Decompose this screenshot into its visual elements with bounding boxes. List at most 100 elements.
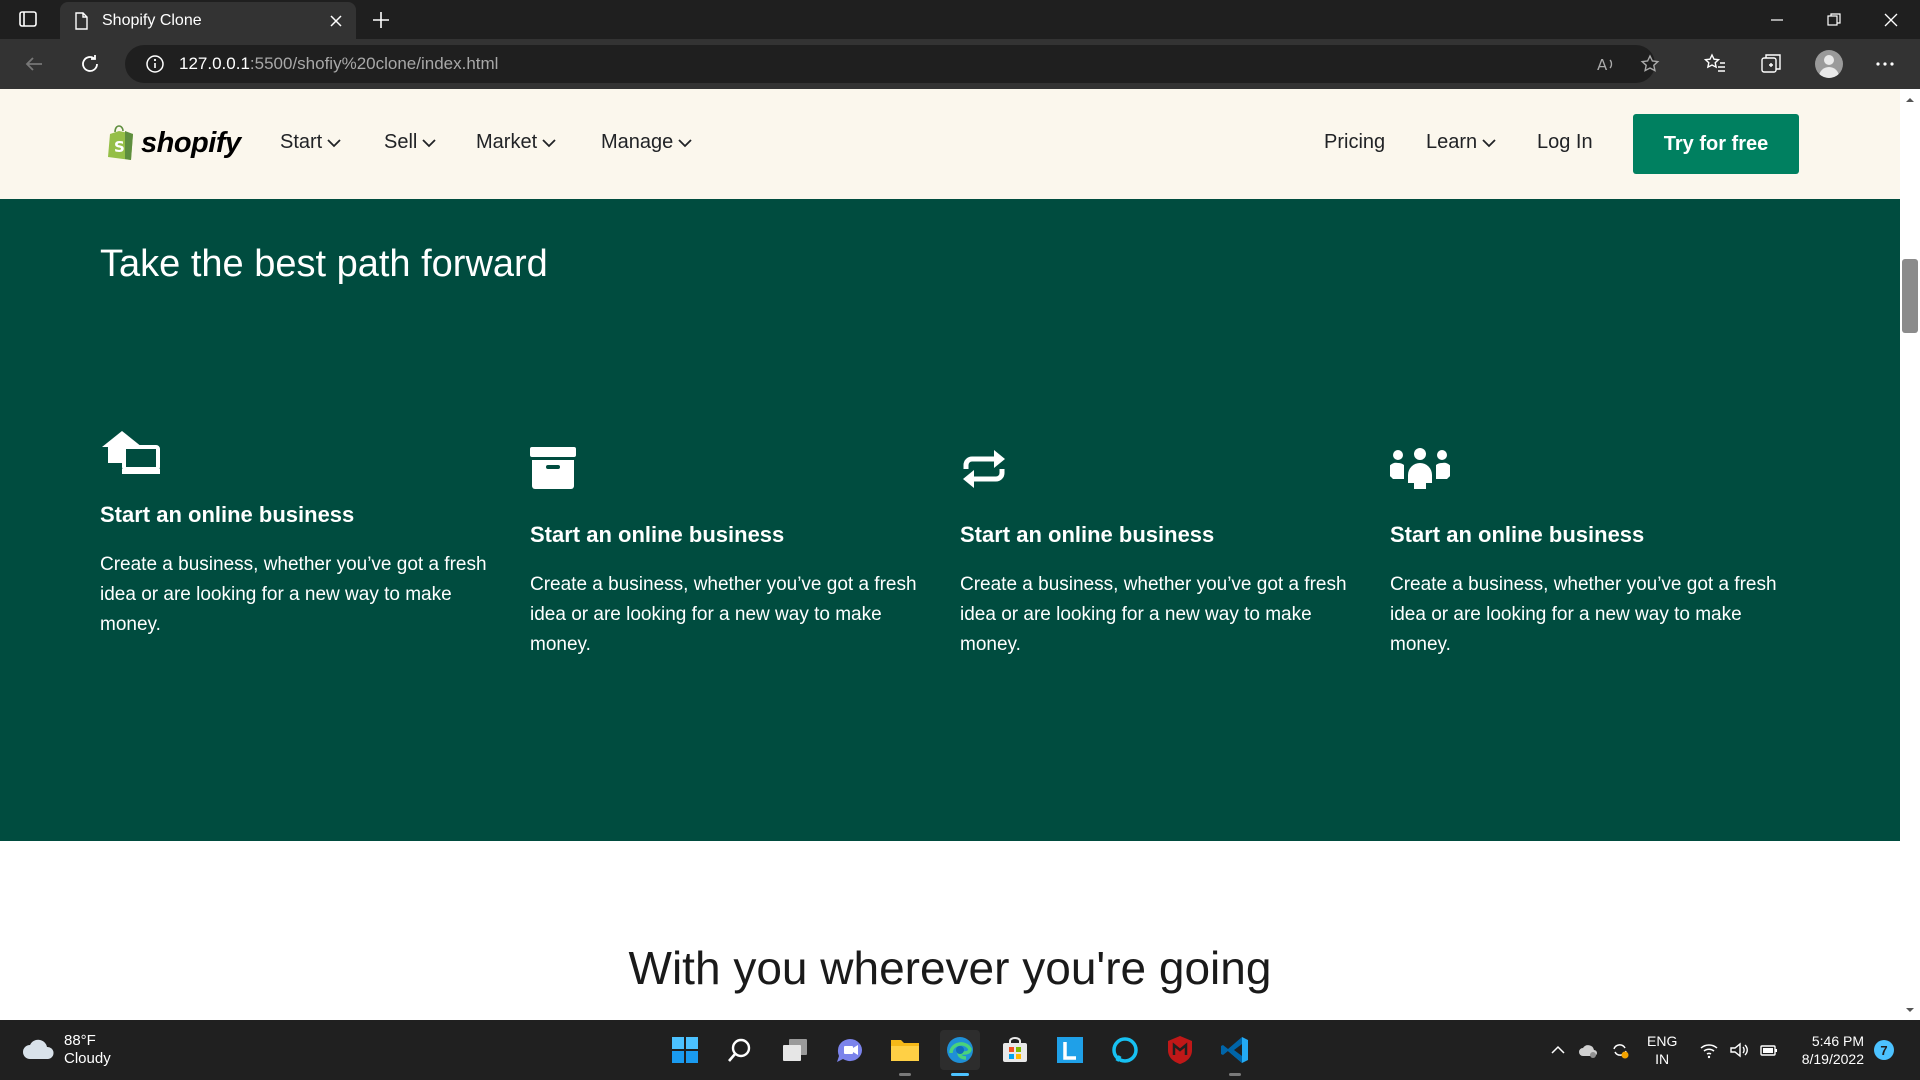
nav-pricing-label: Pricing [1324, 131, 1386, 153]
scroll-thumb[interactable] [1902, 259, 1918, 333]
nav-start[interactable]: Start [280, 131, 341, 154]
nav-login[interactable]: Log In [1537, 131, 1593, 154]
scroll-down-icon[interactable] [1903, 1003, 1917, 1017]
archive-box-icon [530, 447, 576, 489]
nav-login-label: Log In [1537, 131, 1593, 153]
read-aloud-icon[interactable]: A [1596, 54, 1616, 74]
language-indicator[interactable]: ENG IN [1647, 1032, 1677, 1068]
nav-sell-label: Sell [384, 131, 418, 153]
feature-card: Start an online business Create a busine… [1387, 445, 1800, 660]
nav-market[interactable]: Market [476, 131, 556, 154]
url-host: 127.0.0.1 [179, 54, 250, 73]
hero-title: Take the best path forward [100, 243, 548, 285]
nav-pricing[interactable]: Pricing [1324, 131, 1385, 154]
folder-icon [891, 1040, 919, 1061]
page-icon [75, 11, 88, 30]
edge-browser-icon [947, 1037, 973, 1063]
nav-manage[interactable]: Manage [601, 131, 692, 154]
store-house-icon [102, 431, 160, 474]
nav-learn-label: Learn [1426, 131, 1478, 153]
app-running-indicator [899, 1073, 911, 1076]
sync-update-icon[interactable] [1610, 1040, 1630, 1060]
feature-description: Create a business, whether you’ve got a … [530, 574, 917, 655]
taskbar: 88°F Cloudy ENG IN 5:46 PM 8/19/2022 7 [0, 1020, 1920, 1080]
volume-icon[interactable] [1729, 1040, 1749, 1060]
windows-logo-icon [672, 1037, 698, 1063]
language-region: IN [1655, 1051, 1670, 1067]
nav-manage-label: Manage [601, 131, 674, 153]
start-button[interactable] [665, 1030, 705, 1070]
store-app[interactable] [995, 1030, 1035, 1070]
edge-app[interactable] [940, 1030, 980, 1076]
feature-card: Start an online business Create a busine… [960, 445, 1370, 660]
minimize-icon [1771, 18, 1783, 21]
battery-charging-icon[interactable] [1759, 1040, 1779, 1060]
task-view-button[interactable] [775, 1030, 815, 1070]
chevron-down-icon [1482, 138, 1496, 147]
cloud-icon [23, 1039, 54, 1059]
alexa-app[interactable] [1105, 1030, 1145, 1070]
feature-description: Create a business, whether you’ve got a … [1390, 574, 1777, 655]
browser-tab[interactable]: Shopify Clone [60, 2, 356, 39]
clock-time: 5:46 PM [1811, 1033, 1864, 1049]
feature-card: Start an online business Create a busine… [530, 445, 940, 660]
feature-title: Start an online business [1390, 522, 1645, 547]
mcafee-app[interactable] [1160, 1030, 1200, 1070]
url-path: :5500/shofiy%20clone/index.html [249, 54, 499, 73]
page-viewport: S shopify Start Sell Market Manage Prici… [0, 89, 1900, 1020]
site-info-icon[interactable] [145, 54, 165, 74]
nav-start-label: Start [280, 131, 323, 153]
chat-app[interactable] [830, 1030, 870, 1070]
search-icon [728, 1038, 751, 1062]
profile-avatar[interactable] [1815, 50, 1843, 78]
restore-icon [1827, 12, 1841, 26]
nav-learn[interactable]: Learn [1426, 131, 1496, 154]
logo-text: shopify [141, 126, 241, 159]
chevron-down-icon [327, 138, 341, 147]
address-bar[interactable]: 127.0.0.1:5500/shofiy%20clone/index.html [125, 45, 1655, 83]
feature-description: Create a business, whether you’ve got a … [100, 554, 487, 635]
app-running-indicator [1229, 1073, 1241, 1076]
browser-toolbar: 127.0.0.1:5500/shofiy%20clone/index.html… [0, 39, 1920, 89]
close-window-button[interactable] [1862, 0, 1920, 39]
l-app[interactable] [1050, 1030, 1090, 1070]
page-scrollbar[interactable] [1900, 89, 1920, 1020]
chevron-down-icon [542, 138, 556, 147]
back-arrow-icon[interactable] [22, 52, 46, 76]
wifi-icon[interactable] [1699, 1040, 1719, 1060]
scroll-up-icon[interactable] [1903, 93, 1917, 107]
search-button[interactable] [720, 1030, 760, 1070]
weather-widget[interactable]: 88°F Cloudy [22, 1032, 111, 1068]
weather-desc: Cloudy [64, 1050, 111, 1067]
onedrive-cloud-icon[interactable] [1578, 1040, 1598, 1060]
close-tab-icon[interactable] [328, 13, 344, 29]
restore-button[interactable] [1805, 0, 1863, 39]
system-clock[interactable]: 5:46 PM 8/19/2022 [1796, 1032, 1864, 1068]
minimize-button[interactable] [1748, 0, 1806, 39]
refresh-icon[interactable] [78, 52, 102, 76]
show-hidden-icons-chevron-up-icon[interactable] [1548, 1040, 1568, 1060]
clock-date: 8/19/2022 [1801, 1051, 1864, 1067]
shopify-logo[interactable]: S shopify [106, 125, 241, 161]
vscode-app[interactable] [1215, 1030, 1255, 1076]
chevron-down-icon [678, 138, 692, 147]
favorites-icon[interactable] [1703, 52, 1727, 76]
file-explorer-app[interactable] [885, 1030, 925, 1076]
more-options-icon[interactable] [1873, 52, 1897, 76]
section-title: With you wherever you're going [628, 942, 1272, 994]
collections-icon[interactable] [1759, 52, 1783, 76]
nav-market-label: Market [476, 131, 538, 153]
browser-tab-strip: Shopify Clone [0, 0, 1920, 39]
tab-actions-icon[interactable] [18, 9, 38, 29]
notification-badge[interactable]: 7 [1874, 1040, 1894, 1060]
nav-sell[interactable]: Sell [384, 131, 436, 154]
add-favorite-icon[interactable] [1640, 54, 1660, 74]
try-for-free-button[interactable]: Try for free [1633, 114, 1799, 174]
close-icon [1884, 13, 1898, 26]
feature-card: Start an online business Create a busine… [100, 425, 510, 640]
people-group-icon [1387, 448, 1453, 489]
hero-section: Take the best path forward Start an onli… [0, 199, 1900, 841]
language-code: ENG [1647, 1033, 1678, 1049]
new-tab-icon[interactable] [370, 9, 392, 31]
svg-text:A: A [1597, 56, 1608, 74]
